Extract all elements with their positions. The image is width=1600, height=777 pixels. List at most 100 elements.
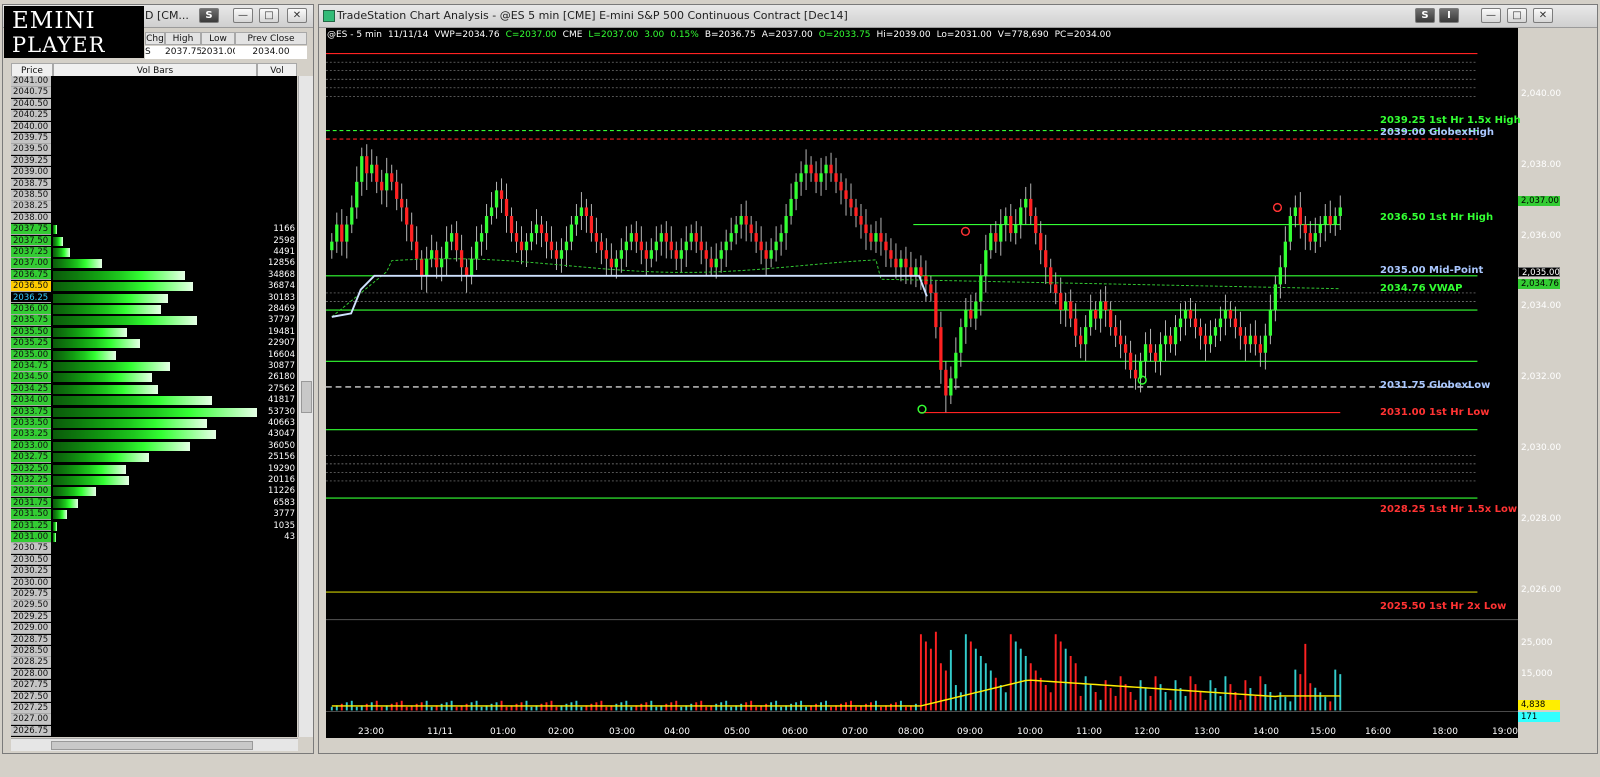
ladder-row[interactable]: 2041.00 [11, 76, 297, 87]
ladder-row[interactable]: 2039.75 [11, 133, 297, 144]
ladder-price[interactable]: 2040.00 [11, 121, 51, 133]
price-chart[interactable] [326, 28, 1518, 738]
ladder-row[interactable]: 2035.75 37797 [11, 315, 297, 326]
ladder-row[interactable]: 2040.00 [11, 121, 297, 133]
ladder-price[interactable]: 2035.25 [11, 338, 51, 349]
scroll-thumb[interactable] [301, 381, 312, 413]
ladder-price[interactable]: 2034.75 [11, 361, 51, 372]
ladder-price[interactable]: 2031.75 [11, 497, 51, 509]
ladder-price[interactable]: 2030.50 [11, 554, 51, 566]
ladder-row[interactable]: 2033.50 40663 [11, 418, 297, 429]
ladder-price[interactable]: 2037.00 [11, 258, 51, 269]
ladder-price[interactable]: 2027.00 [11, 714, 51, 725]
ladder-price[interactable]: 2028.00 [11, 668, 51, 680]
ladder-price[interactable]: 2031.50 [11, 509, 51, 520]
minimize-button[interactable]: — [233, 8, 253, 23]
ladder-price[interactable]: 2027.75 [11, 680, 51, 691]
ladder-price[interactable]: 2032.75 [11, 452, 51, 463]
ladder-price[interactable]: 2028.50 [11, 646, 51, 657]
ladder-vertical-scrollbar[interactable] [298, 76, 313, 737]
ladder-row[interactable]: 2036.75 34868 [11, 269, 297, 281]
ladder-price[interactable]: 2029.75 [11, 589, 51, 600]
ladder-row[interactable]: 2038.50 [11, 190, 297, 201]
ladder-row[interactable]: 2030.50 [11, 554, 297, 566]
ladder-row[interactable]: 2040.50 [11, 98, 297, 110]
ladder-row[interactable]: 2030.75 [11, 543, 297, 554]
maximize-button[interactable]: □ [259, 8, 279, 23]
ladder-price[interactable]: 2036.75 [11, 269, 51, 281]
ladder-price[interactable]: 2038.75 [11, 178, 51, 190]
ladder-price[interactable]: 2040.75 [11, 87, 51, 98]
ladder-row[interactable]: 2034.25 27562 [11, 383, 297, 395]
chart-s-menu-button[interactable]: S [1415, 8, 1435, 23]
ladder-row[interactable]: 2037.25 4491 [11, 247, 297, 258]
ladder-row[interactable]: 2040.75 [11, 87, 297, 98]
ladder-row[interactable]: 2027.75 [11, 680, 297, 691]
ladder-row[interactable]: 2035.00 16604 [11, 349, 297, 361]
ladder-price[interactable]: 2028.75 [11, 634, 51, 646]
ladder-row[interactable]: 2032.50 19290 [11, 463, 297, 475]
ladder-price[interactable]: 2038.25 [11, 201, 51, 212]
ladder-price[interactable]: 2027.25 [11, 703, 51, 714]
ladder-row[interactable]: 2030.25 [11, 566, 297, 577]
ladder-row[interactable]: 2026.75 [11, 725, 297, 737]
ladder-row[interactable]: 2028.50 [11, 646, 297, 657]
ladder-price[interactable]: 2032.00 [11, 486, 51, 497]
ladder-row[interactable]: 2033.75 53730 [11, 406, 297, 418]
chart-maximize-button[interactable]: □ [1507, 8, 1527, 23]
ladder-row[interactable]: 2039.25 [11, 155, 297, 167]
ladder-row[interactable]: 2037.50 2598 [11, 235, 297, 247]
ladder-row[interactable]: 2036.00 28469 [11, 304, 297, 315]
ladder-price[interactable]: 2033.75 [11, 406, 51, 418]
ladder-row[interactable]: 2033.00 36050 [11, 440, 297, 452]
chart-i-menu-button[interactable]: I [1439, 8, 1459, 23]
ladder-price[interactable]: 2038.50 [11, 190, 51, 201]
ladder-row[interactable]: 2031.25 1035 [11, 520, 297, 532]
ladder-price[interactable]: 2035.75 [11, 315, 51, 326]
ladder-price[interactable]: 2028.25 [11, 657, 51, 668]
ladder-row[interactable]: 2039.50 [11, 144, 297, 155]
ladder-row[interactable]: 2030.00 [11, 577, 297, 589]
ladder-row[interactable]: 2029.75 [11, 589, 297, 600]
ladder-price[interactable]: 2040.25 [11, 110, 51, 121]
ladder-price[interactable]: 2031.25 [11, 520, 51, 532]
ladder-price[interactable]: 2039.25 [11, 155, 51, 167]
ladder-row[interactable]: 2027.50 [11, 691, 297, 703]
ladder-row[interactable]: 2029.50 [11, 600, 297, 611]
ladder-row[interactable]: 2033.25 43047 [11, 429, 297, 440]
ladder-price[interactable]: 2039.75 [11, 133, 51, 144]
s-menu-button[interactable]: S [199, 8, 219, 23]
ladder-price[interactable]: 2033.50 [11, 418, 51, 429]
ladder-price[interactable]: 2037.50 [11, 235, 51, 247]
chart-minimize-button[interactable]: — [1481, 8, 1501, 23]
ladder-row[interactable]: 2038.00 [11, 212, 297, 224]
ladder-row[interactable]: 2028.75 [11, 634, 297, 646]
ladder-price[interactable]: 2026.75 [11, 725, 51, 737]
ladder-price[interactable]: 2032.50 [11, 463, 51, 475]
ladder-row[interactable]: 2029.00 [11, 623, 297, 634]
ladder-row[interactable]: 2036.25 30183 [11, 292, 297, 304]
ladder-row[interactable]: 2031.50 3777 [11, 509, 297, 520]
ladder-row[interactable]: 2027.25 [11, 703, 297, 714]
ladder-row[interactable]: 2031.00 43 [11, 532, 297, 543]
ladder-price[interactable]: 2035.50 [11, 326, 51, 338]
ladder-row[interactable]: 2034.50 26180 [11, 372, 297, 383]
ladder-price[interactable]: 2039.00 [11, 167, 51, 178]
ladder-row[interactable]: 2038.75 [11, 178, 297, 190]
scroll-h-thumb[interactable] [51, 741, 253, 750]
ladder-row[interactable]: 2032.00 11226 [11, 486, 297, 497]
ladder-row[interactable]: 2028.25 [11, 657, 297, 668]
ladder-horizontal-scrollbar[interactable] [11, 738, 298, 751]
ladder-price[interactable]: 2036.50 [11, 281, 51, 292]
ladder-price[interactable]: 2029.25 [11, 611, 51, 623]
ladder-row[interactable]: 2031.75 6583 [11, 497, 297, 509]
close-button[interactable]: ✕ [287, 8, 307, 23]
ladder-row[interactable]: 2039.00 [11, 167, 297, 178]
ladder-price[interactable]: 2029.00 [11, 623, 51, 634]
ladder-row[interactable]: 2038.25 [11, 201, 297, 212]
ladder-price[interactable]: 2034.25 [11, 383, 51, 395]
ladder-price[interactable]: 2033.25 [11, 429, 51, 440]
ladder-price[interactable]: 2038.00 [11, 212, 51, 224]
ladder-price[interactable]: 2037.25 [11, 247, 51, 258]
ladder-price[interactable]: 2035.00 [11, 349, 51, 361]
